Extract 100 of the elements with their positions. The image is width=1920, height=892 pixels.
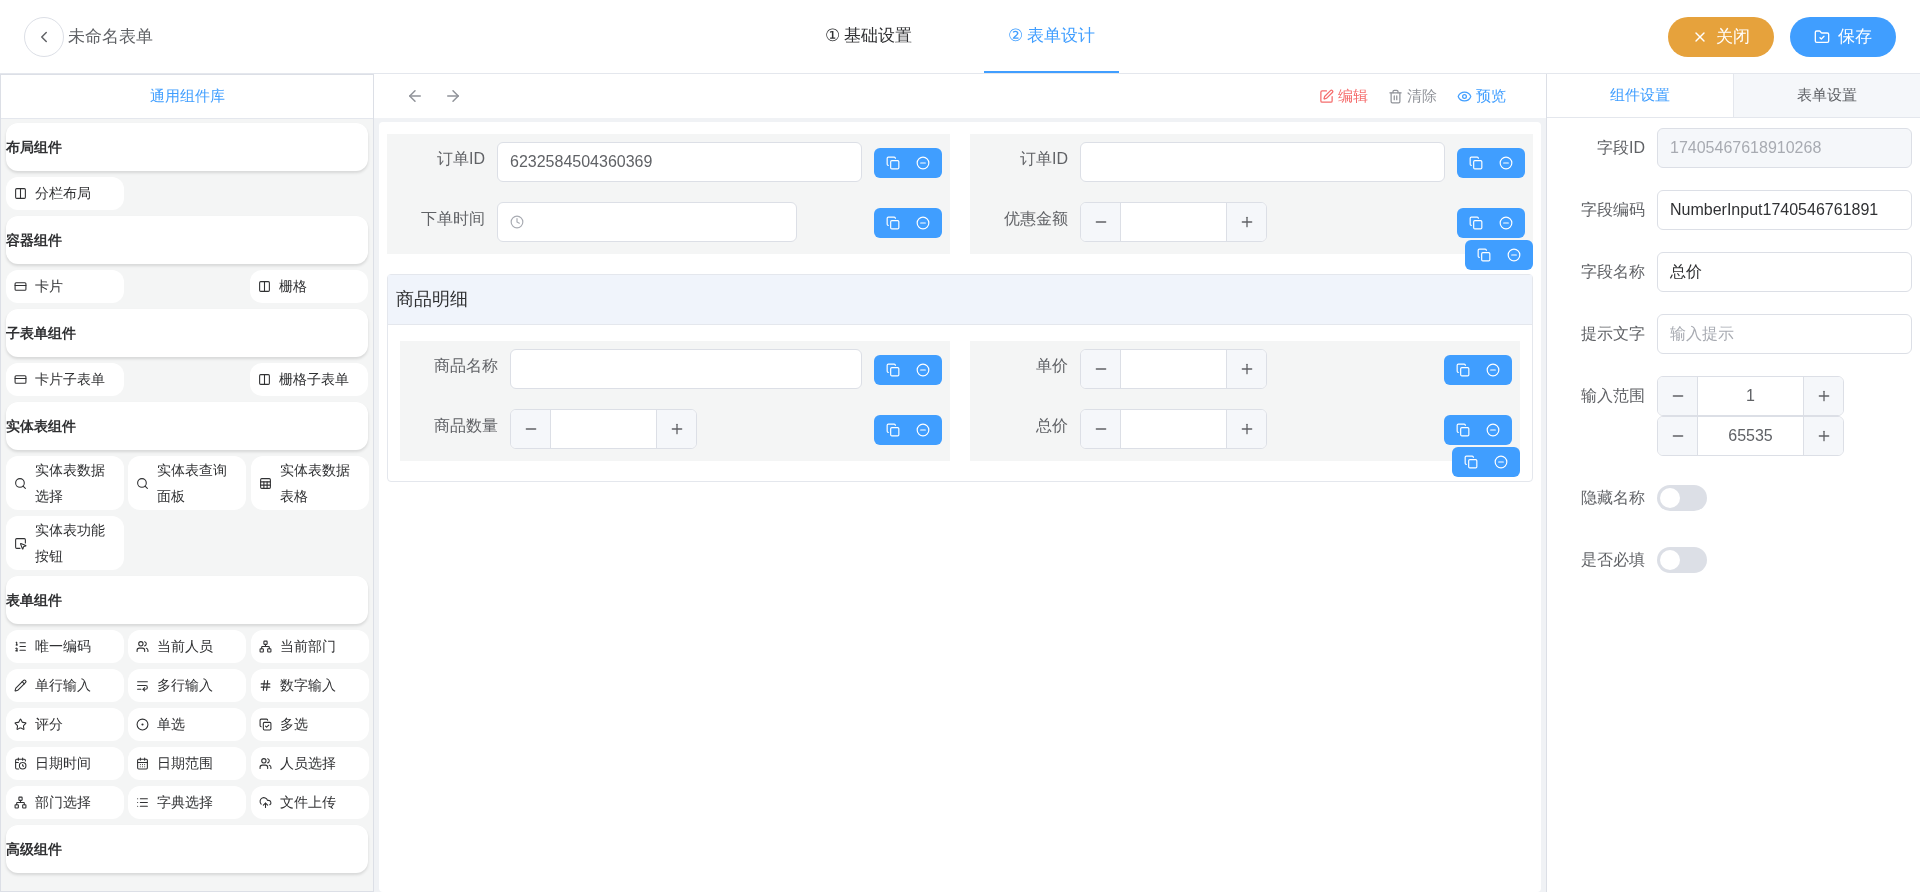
component-item[interactable]: 栅格子表单 [250, 363, 368, 396]
card-icon [14, 373, 27, 386]
table-icon [258, 476, 272, 490]
calendar-clock-icon [14, 757, 27, 770]
card-icon [14, 280, 27, 293]
group-header: 表单组件 [6, 576, 368, 624]
component-item[interactable]: 部门选择 [6, 786, 124, 819]
field-label: 订单ID [1019, 149, 1068, 169]
number-input[interactable] [510, 409, 697, 449]
text-input[interactable] [1080, 142, 1445, 182]
component-item[interactable]: 卡片子表单 [6, 363, 124, 396]
number-input[interactable]: 65535 [1657, 416, 1844, 456]
input-value: NumberInput1740546761891 [1670, 200, 1879, 220]
pencil-icon [14, 679, 27, 692]
pointer-square-icon [14, 536, 27, 550]
group-header: 布局组件 [6, 123, 368, 171]
number-input[interactable]: 1 [1657, 376, 1844, 416]
toggle-switch[interactable] [1657, 547, 1707, 573]
input-value: 总价 [1670, 262, 1702, 282]
list-icon [136, 796, 150, 809]
component-item[interactable]: 日期范围 [128, 747, 247, 780]
text-input[interactable] [510, 349, 862, 389]
copy-icon[interactable] [1469, 156, 1483, 170]
component-item[interactable]: 文件上传 [250, 786, 369, 819]
time-input[interactable] [497, 202, 797, 242]
remove-icon[interactable] [916, 156, 930, 170]
component-item[interactable]: 实体表数据选择 [6, 456, 124, 510]
text-input[interactable]: 总价 [1657, 252, 1912, 292]
step-tab[interactable]: ① 基础设置 [801, 0, 936, 73]
multiline-icon [136, 679, 150, 692]
component-item[interactable]: 实体表功能按钮 [6, 516, 124, 570]
search-icon [14, 476, 27, 490]
undo-icon[interactable] [406, 87, 424, 105]
remove-icon[interactable] [1507, 248, 1521, 262]
remove-icon[interactable] [1499, 216, 1513, 230]
component-item[interactable]: 卡片 [6, 270, 124, 303]
component-item[interactable]: 多选 [250, 708, 369, 741]
numbered-list-icon [14, 640, 27, 653]
field-label: 单价 [1035, 356, 1068, 376]
redo-icon[interactable] [444, 87, 462, 105]
component-item[interactable]: 日期时间 [6, 747, 124, 780]
copy-icon[interactable] [886, 363, 900, 377]
subform-title: 商品明细 [388, 275, 1532, 325]
remove-icon[interactable] [1486, 363, 1500, 377]
form-title: 未命名表单 [68, 25, 153, 48]
copy-icon[interactable] [1464, 455, 1478, 469]
component-item[interactable]: 多行输入 [128, 669, 247, 702]
toggle-switch[interactable] [1657, 485, 1707, 511]
settings-tab[interactable]: 表单设置 [1733, 74, 1920, 118]
remove-icon[interactable] [916, 363, 930, 377]
field-label: 下单时间 [420, 209, 485, 229]
checkbox-icon [258, 718, 272, 731]
remove-icon[interactable] [1486, 423, 1500, 437]
text-input[interactable]: 6232584504360369 [497, 142, 862, 182]
component-item[interactable]: 当前人员 [128, 630, 247, 663]
component-item[interactable]: 栅格 [250, 270, 368, 303]
component-item[interactable]: 人员选择 [250, 747, 369, 780]
component-item[interactable]: 实体表数据表格 [250, 456, 369, 510]
number-value: 65535 [1728, 426, 1773, 446]
copy-icon[interactable] [1456, 363, 1470, 377]
field-label: 优惠金额 [1003, 209, 1068, 229]
number-icon [258, 679, 272, 692]
copy-icon[interactable] [1456, 423, 1470, 437]
number-input[interactable] [1080, 349, 1267, 389]
component-item[interactable]: 字典选择 [128, 786, 247, 819]
group-header: 高级组件 [6, 825, 368, 873]
text-input[interactable]: NumberInput1740546761891 [1657, 190, 1912, 230]
pen-square-icon [1319, 88, 1334, 104]
search-icon [136, 476, 150, 490]
field-label: 商品名称 [433, 356, 498, 376]
remove-icon[interactable] [1499, 156, 1513, 170]
setting-label: 提示文字 [1580, 324, 1645, 344]
component-item[interactable]: 唯一编码 [6, 630, 124, 663]
input-placeholder: 输入提示 [1670, 324, 1734, 344]
remove-icon[interactable] [916, 216, 930, 230]
trash-icon [1388, 88, 1403, 104]
component-item[interactable]: 当前部门 [250, 630, 369, 663]
group-header: 实体表组件 [6, 402, 368, 450]
component-item[interactable]: 单选 [128, 708, 247, 741]
number-input[interactable] [1080, 202, 1267, 242]
component-item[interactable]: 评分 [6, 708, 124, 741]
component-item[interactable]: 分栏布局 [6, 177, 124, 210]
component-item[interactable]: 实体表查询面板 [128, 456, 247, 510]
calendar-icon [136, 757, 150, 770]
folder-check-icon [1814, 28, 1830, 45]
copy-icon[interactable] [886, 216, 900, 230]
copy-icon[interactable] [886, 423, 900, 437]
upload-icon [258, 796, 272, 809]
copy-icon[interactable] [886, 156, 900, 170]
number-input[interactable] [1080, 409, 1267, 449]
org-chart-icon [14, 796, 27, 809]
component-item[interactable]: 单行输入 [6, 669, 124, 702]
remove-icon[interactable] [916, 423, 930, 437]
component-item[interactable]: 数字输入 [250, 669, 369, 702]
eye-icon [1457, 88, 1472, 104]
copy-icon[interactable] [1477, 248, 1491, 262]
copy-icon[interactable] [1469, 216, 1483, 230]
remove-icon[interactable] [1494, 455, 1508, 469]
input-value: 17405467618910268 [1670, 138, 1822, 158]
users-icon [136, 640, 150, 653]
